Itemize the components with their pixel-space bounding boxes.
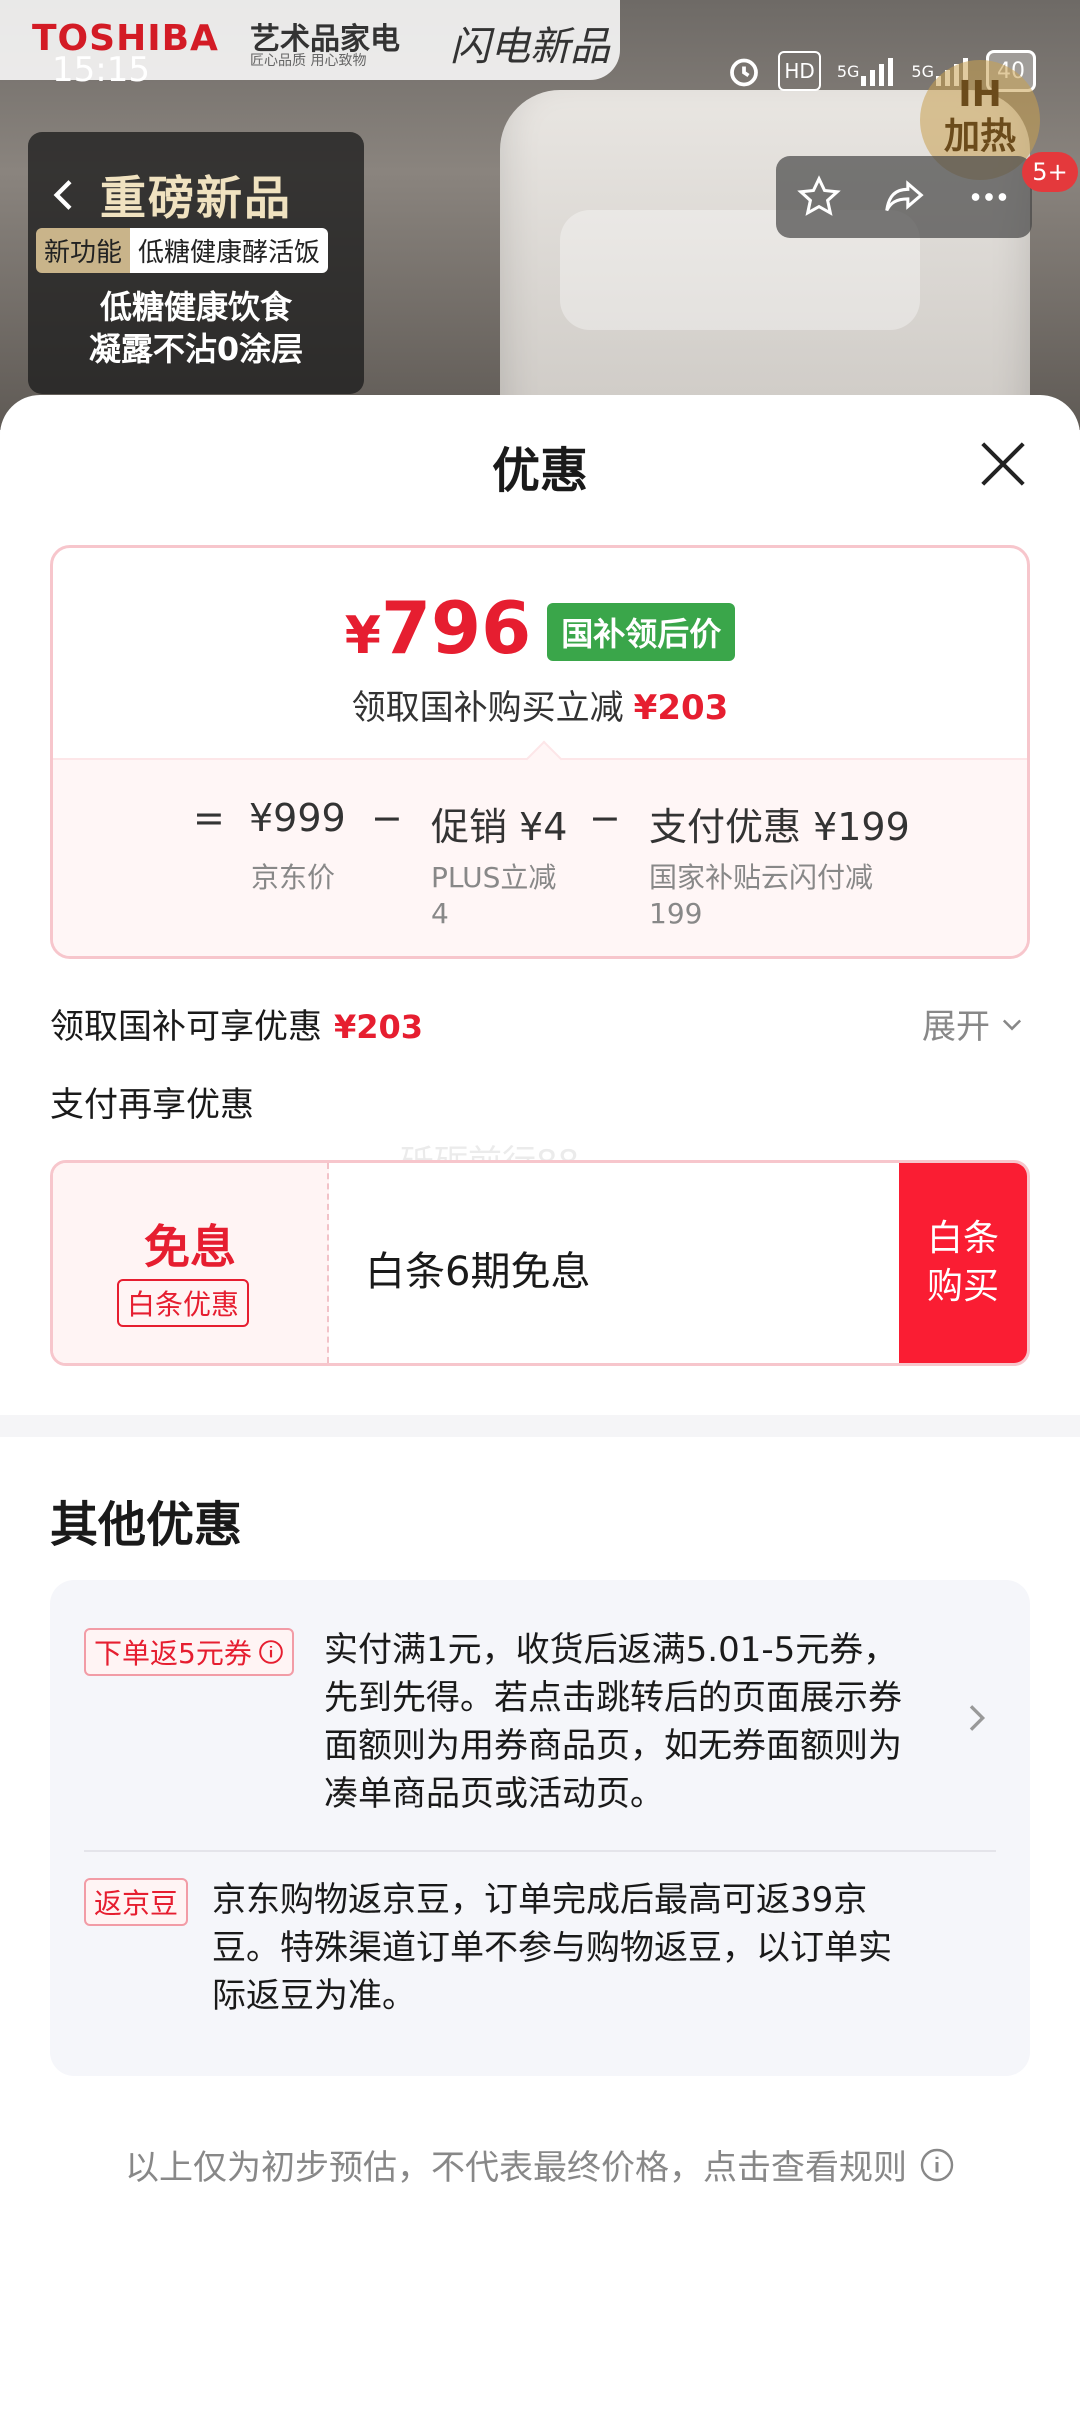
offer-coupon-tag-label: 下单返5元券 [94, 1637, 252, 1670]
price-calculation: = ¥999 京东价 − 促销 ¥4 PLUS立减 4 − 支付优惠 ¥199 … [53, 758, 1027, 956]
close-button[interactable] [976, 437, 1030, 491]
promo-value: 促销 ¥4 [431, 805, 568, 849]
net-label-1: 5G [836, 61, 860, 81]
offer-coupon-text: 实付满1元，收货后返满5.01-5元券， 先到先得。若点击跳转后的页面展示券 面… [324, 1626, 902, 1818]
top-actions [776, 156, 1032, 238]
subsidy-price-tag: 国补领后价 [547, 603, 736, 661]
offer-beans-line: 京东购物返京豆，订单完成后最高可返39京 [212, 1880, 868, 1920]
chevron-left-icon [53, 180, 72, 210]
buy-button-line2: 购买 [926, 1266, 999, 1307]
product-backdrop: TOSHIBA 艺术品家电 匠心品质 用心致物 闪电新品 15:15 HD 5G… [0, 0, 1080, 430]
promo-tag-new: 新功能 [36, 228, 131, 273]
chevron-down-icon [1002, 1019, 1022, 1030]
subsidy-summary-amount: ¥203 [334, 1008, 424, 1046]
equals-sign: = [193, 796, 225, 840]
offer-coupon-line: 实付满1元，收货后返满5.01-5元券， [324, 1630, 898, 1670]
payment-discount-label: 国家补贴云闪付减 199 [649, 860, 873, 932]
coupon-left-panel: 免息 白条优惠 [53, 1163, 329, 1363]
payment-offers-heading: 支付再享优惠 [50, 1085, 254, 1125]
subsidy-reduction-label: 领取国补购买立减 [351, 688, 624, 728]
offer-coupon-line: 先到先得。若点击跳转后的页面展示券 [324, 1678, 902, 1718]
coupon-description: 白条6期免息 [365, 1249, 591, 1295]
info-icon [920, 2148, 954, 2181]
subsidy-reduction-amount: ¥203 [633, 688, 729, 728]
expand-button[interactable]: 展开 [922, 999, 1026, 1048]
promo-tag-row: 新功能 低糖健康酵活饭 [36, 228, 329, 273]
close-icon [981, 442, 1025, 486]
other-offers-card: 下单返5元券 实付满1元，收货后返满5.01-5元券， 先到先得。若点击跳转后的… [50, 1580, 1030, 2076]
payment-discount-label-1: 国家补贴云闪付减 [649, 861, 874, 894]
section-divider [0, 1415, 1080, 1437]
rules-footer-link[interactable]: 以上仅为初步预估，不代表最终价格，点击查看规则 [0, 2140, 1080, 2189]
message-badge: 5+ [1022, 152, 1078, 192]
share-icon[interactable] [872, 165, 936, 229]
jd-price-value: ¥999 [249, 796, 346, 840]
baitiao-buy-button[interactable]: 白条 购买 [899, 1163, 1027, 1363]
expand-label: 展开 [922, 1007, 990, 1047]
offer-coupon-line: 面额则为用券商品页，如无券面额则为 [324, 1726, 902, 1766]
chevron-right-icon [969, 1705, 986, 1731]
price-breakdown-card: ¥796 国补领后价 领取国补购买立减 ¥203 = ¥999 京东价 − 促销 … [50, 545, 1030, 959]
coupon-tag: 白条优惠 [117, 1279, 250, 1327]
offer-separator [84, 1850, 996, 1852]
coupon-title: 免息 [144, 1220, 236, 1274]
offer-jd-beans: 返京豆 京东购物返京豆，订单完成后最高可返39京 豆。特殊渠道订单不参与购物返豆… [84, 1876, 996, 2046]
price-summary: ¥796 国补领后价 领取国补购买立减 ¥203 [53, 548, 1027, 758]
sheet-title: 优惠 [491, 443, 588, 499]
offer-coupon-tag: 下单返5元券 [84, 1628, 294, 1676]
brand-tagline: 匠心品质 用心致物 [250, 53, 367, 69]
plus-discount-label-1: PLUS立减 [431, 861, 557, 894]
minus-sign-1: − [371, 796, 403, 840]
other-offers-title: 其他优惠 [50, 1497, 243, 1553]
promo-line-2: 凝露不沾0涂层 [88, 330, 304, 368]
rules-footer-text: 以上仅为初步预估，不代表最终价格，点击查看规则 [125, 2148, 907, 2188]
plus-discount-label: PLUS立减 4 [431, 860, 556, 932]
favorite-star-icon[interactable] [787, 165, 851, 229]
final-price-row: ¥796 国补领后价 [53, 590, 1027, 674]
offer-beans-tag: 返京豆 [84, 1878, 189, 1926]
promo-line-1: 低糖健康饮食 [99, 288, 292, 326]
baitiao-coupon[interactable]: 免息 白条优惠 白条6期免息 白条 购买 [50, 1160, 1030, 1366]
payment-discount-value: 支付优惠 ¥199 [649, 805, 910, 849]
offer-coupon-line: 凑单商品页或活动页。 [324, 1774, 664, 1814]
alarm-icon [726, 53, 762, 89]
status-time: 15:15 [52, 50, 150, 90]
currency-symbol: ¥ [344, 606, 381, 666]
discount-sheet: 优惠 ¥796 国补领后价 领取国补购买立减 ¥203 = ¥999 京东价 − … [0, 395, 1080, 2412]
heat-badge-line1: IH [958, 74, 1002, 115]
payment-discount-label-2: 199 [649, 897, 703, 930]
final-price: ¥796 [345, 590, 531, 674]
info-icon[interactable] [258, 1639, 284, 1665]
heat-badge-line2: 加热 [943, 116, 1016, 157]
plus-discount-label-2: 4 [431, 897, 449, 930]
minus-sign-2: − [589, 796, 621, 840]
subsidy-summary: 领取国补可享优惠 ¥203 [50, 999, 423, 1048]
signal-5g-icon: 5G [837, 53, 896, 89]
back-button[interactable] [30, 160, 100, 230]
offer-beans-text: 京东购物返京豆，订单完成后最高可返39京 豆。特殊渠道订单不参与购物返豆，以订单… [212, 1876, 892, 2020]
jd-price-label: 京东价 [251, 861, 336, 894]
subsidy-reduction: 领取国补购买立减 ¥203 [53, 680, 1027, 729]
promo-tag-feature: 低糖健康酵活饭 [130, 228, 329, 273]
hd-icon: HD [778, 51, 821, 91]
subsidy-summary-label: 领取国补可享优惠 [50, 1007, 322, 1047]
offer-beans-line: 豆。特殊渠道订单不参与购物返豆，以订单实 [212, 1928, 892, 1968]
offer-beans-line: 际返豆为准。 [212, 1976, 416, 2016]
final-price-value: 796 [380, 586, 532, 670]
flash-new-label: 闪电新品 [450, 24, 610, 70]
more-icon[interactable] [957, 165, 1021, 229]
buy-button-line1: 白条 [926, 1218, 999, 1259]
